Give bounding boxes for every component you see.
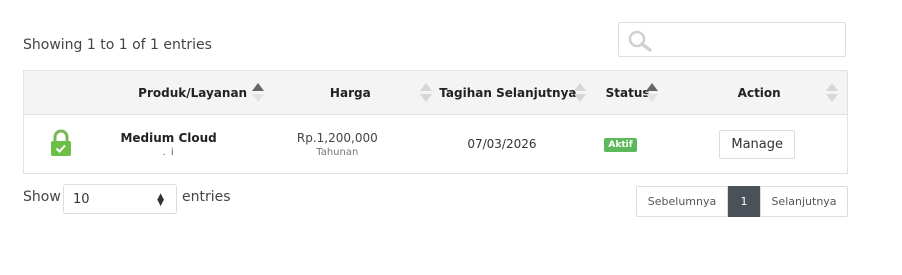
- due-cell: 07/03/2026: [432, 114, 584, 174]
- price-cell: Rp.1,200,000 Tahunan: [270, 114, 433, 174]
- col-price-header[interactable]: Harga: [270, 70, 433, 115]
- sort-icon: [420, 83, 433, 103]
- product-name: Medium Cloud: [120, 130, 217, 145]
- entries-label: entries: [182, 189, 231, 205]
- page-length-value: 10: [73, 192, 90, 207]
- col-product-label: Produk/Layanan: [138, 85, 248, 100]
- col-status-header[interactable]: Status: [583, 70, 688, 115]
- product-domain: . i: [162, 146, 175, 158]
- page-1-button[interactable]: 1: [728, 186, 760, 217]
- col-action-label: Action: [737, 85, 781, 100]
- show-label: Show: [23, 189, 61, 205]
- services-table: Produk/Layanan Harga Tagihan Selanjutnya…: [23, 70, 848, 174]
- product-cell: Medium Cloud . i: [118, 114, 271, 174]
- col-status-label: Status: [605, 85, 650, 100]
- price-value: Rp.1,200,000: [296, 130, 378, 145]
- col-icon-header: [23, 70, 119, 115]
- action-cell: Manage: [687, 114, 848, 174]
- sort-icon: [826, 83, 838, 103]
- next-due-date: 07/03/2026: [467, 137, 537, 151]
- pagination: Sebelumnya 1 Selanjutnya: [636, 186, 848, 217]
- select-arrows-icon: ▲ ▼: [157, 192, 164, 208]
- status-badge: Aktif: [604, 138, 637, 152]
- col-due-header[interactable]: Tagihan Selanjutnya: [432, 70, 586, 115]
- table-row[interactable]: Medium Cloud . i Rp.1,200,000 Tahunan 07…: [23, 114, 848, 174]
- col-action-header[interactable]: Action: [687, 70, 848, 115]
- status-cell: Aktif: [583, 114, 688, 174]
- next-page-button[interactable]: Selanjutnya: [760, 186, 848, 217]
- sort-icon: [646, 83, 659, 103]
- sort-icon: [251, 83, 264, 103]
- billing-cycle: Tahunan: [316, 146, 359, 158]
- previous-page-button[interactable]: Sebelumnya: [636, 186, 728, 217]
- page-length-select[interactable]: 10 ▲ ▼: [63, 184, 177, 214]
- manage-button[interactable]: Manage: [719, 129, 796, 159]
- col-due-label: Tagihan Selanjutnya: [439, 85, 577, 100]
- table-header-row: Produk/Layanan Harga Tagihan Selanjutnya…: [23, 70, 848, 115]
- col-price-label: Harga: [329, 85, 371, 100]
- lock-icon: [51, 129, 71, 156]
- search-icon: [628, 30, 652, 52]
- table-info: Showing 1 to 1 of 1 entries: [23, 37, 212, 53]
- services-panel: Showing 1 to 1 of 1 entries Produk/Layan…: [0, 0, 902, 275]
- search-input[interactable]: [618, 22, 846, 57]
- col-product-header[interactable]: Produk/Layanan: [118, 70, 271, 115]
